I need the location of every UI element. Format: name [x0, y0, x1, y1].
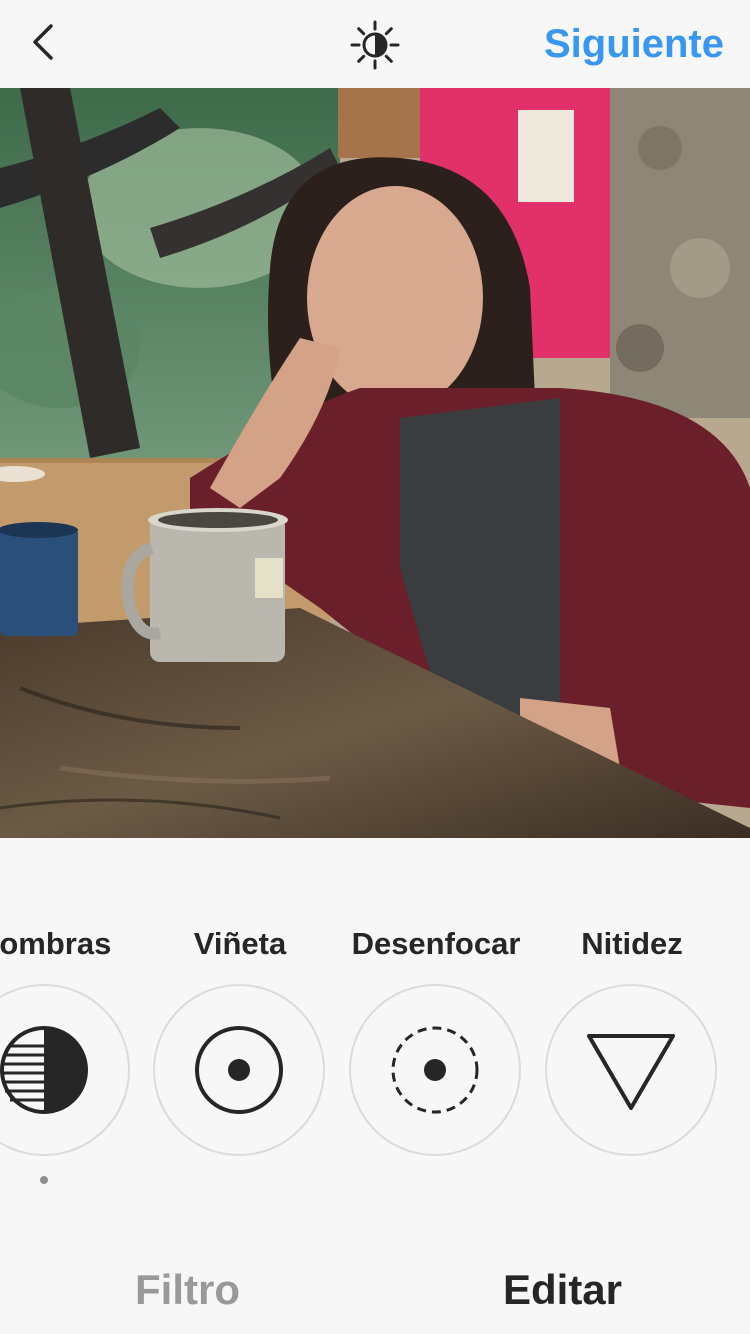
- tool-sharpen-label: Nitidez: [581, 926, 683, 961]
- bottom-tab-bar: Filtro Editar: [0, 1238, 750, 1334]
- vignette-icon: [195, 1026, 283, 1114]
- active-tool-indicator: [40, 1176, 48, 1184]
- lux-sun-icon: [350, 20, 400, 70]
- back-button[interactable]: [22, 20, 62, 64]
- tab-filter[interactable]: Filtro: [0, 1266, 375, 1314]
- tool-vignette-button[interactable]: [153, 984, 325, 1156]
- tool-vignette: Viñeta: [150, 926, 330, 1186]
- tool-tilt-shift: Desenfocar: [346, 926, 526, 1186]
- photo-preview: [0, 88, 750, 838]
- top-bar: Siguiente: [0, 0, 750, 88]
- tool-sharpen: Nitidez: [542, 926, 722, 1186]
- tool-shadows-button[interactable]: [0, 984, 130, 1156]
- photo-scene: [0, 88, 750, 838]
- chevron-left-icon: [33, 24, 53, 60]
- tool-tilt-shift-label: Desenfocar: [351, 926, 521, 961]
- tab-edit[interactable]: Editar: [375, 1266, 750, 1314]
- shadows-icon: [0, 1026, 88, 1114]
- edit-tools-row: Sombras Viñeta: [0, 838, 750, 1238]
- tool-vignette-label: Viñeta: [193, 926, 287, 961]
- tool-tilt-shift-button[interactable]: [349, 984, 521, 1156]
- tilt-shift-icon: [391, 1026, 479, 1114]
- next-button[interactable]: Siguiente: [544, 22, 724, 67]
- tool-shadows: Sombras: [0, 926, 135, 1186]
- tool-sharpen-button[interactable]: [545, 984, 717, 1156]
- lux-button[interactable]: [350, 20, 400, 70]
- sharpen-icon: [587, 1034, 675, 1110]
